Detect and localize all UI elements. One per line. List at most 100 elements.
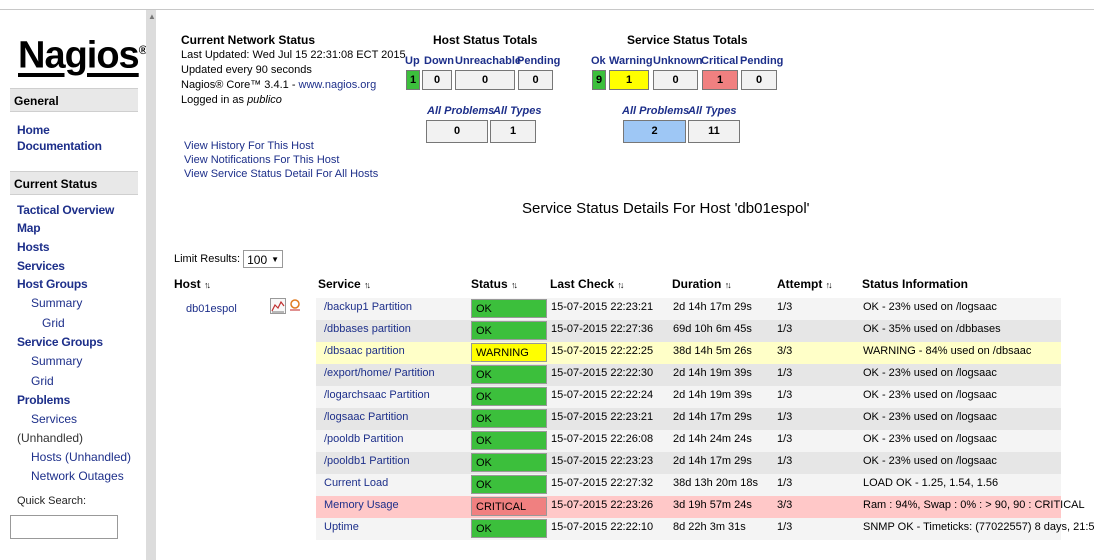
service-link[interactable]: /dbbases partition	[324, 323, 411, 335]
status-badge: OK	[471, 321, 547, 340]
service-link[interactable]: /logsaac Partition	[324, 411, 408, 423]
attempt-cell: 1/3	[777, 301, 793, 313]
service-link[interactable]: /pooldb1 Partition	[324, 455, 410, 467]
nav-home[interactable]: Home	[17, 123, 50, 137]
service-totals-header-warning[interactable]: Warning	[609, 55, 653, 67]
service-link[interactable]: /backup1 Partition	[324, 301, 412, 313]
duration-cell: 69d 10h 6m 45s	[673, 323, 752, 335]
last-check-cell: 15-07-2015 22:27:36	[551, 323, 654, 335]
nagios-logo[interactable]: Nagios®	[18, 30, 148, 77]
view-history-link[interactable]: View History For This Host	[184, 140, 314, 152]
service-link[interactable]: /logarchsaac Partition	[324, 389, 430, 401]
last-check-cell: 15-07-2015 22:23:21	[551, 411, 654, 423]
host-all-problems-count[interactable]: 0	[426, 120, 488, 143]
duration-cell: 8d 22h 3m 31s	[673, 521, 746, 533]
status-badge: OK	[471, 519, 547, 538]
host-all-problems-label[interactable]: All Problems	[427, 105, 494, 117]
status-badge: OK	[471, 365, 547, 384]
sort-arrows-icon[interactable]: ↑↓	[826, 280, 833, 290]
limit-results-select[interactable]: 100 ▼	[243, 250, 284, 268]
host-totals-header-unreachable[interactable]: Unreachable	[455, 55, 521, 67]
service-unknown-count[interactable]: 0	[653, 70, 698, 90]
service-all-types-count[interactable]: 11	[688, 120, 740, 143]
sort-arrows-icon[interactable]: ↑↓	[364, 280, 371, 290]
nav-host-groups[interactable]: Host Groups	[17, 277, 88, 291]
service-ok-count[interactable]: 9	[592, 70, 606, 90]
service-all-problems-label[interactable]: All Problems	[622, 105, 689, 117]
nav-hosts[interactable]: Hosts	[17, 240, 50, 254]
host-link[interactable]: db01espol	[186, 303, 237, 315]
quick-search-input[interactable]	[10, 515, 118, 539]
service-totals-header-unknown[interactable]: Unknown	[653, 55, 703, 67]
attempt-cell: 1/3	[777, 411, 793, 423]
service-totals-header-ok[interactable]: Ok	[591, 55, 606, 67]
service-all-problems-count[interactable]: 2	[623, 120, 686, 143]
last-check-cell: 15-07-2015 22:23:26	[551, 499, 654, 511]
host-totals-header-up[interactable]: Up	[405, 55, 420, 67]
service-link[interactable]: Uptime	[324, 521, 359, 533]
service-warning-count[interactable]: 1	[609, 70, 649, 90]
nav-network-outages[interactable]: Network Outages	[31, 469, 124, 483]
duration-cell: 2d 14h 19m 39s	[673, 389, 752, 401]
service-totals-header-critical[interactable]: Critical	[701, 55, 738, 67]
status-badge: WARNING	[471, 343, 547, 362]
sort-arrows-icon[interactable]: ↑↓	[725, 280, 732, 290]
status-information-cell: WARNING - 84% used on /dbsaac	[863, 345, 1032, 357]
host-totals-header-down[interactable]: Down	[424, 55, 454, 67]
nav-problems[interactable]: Problems	[17, 393, 70, 407]
view-service-detail-link[interactable]: View Service Status Detail For All Hosts	[184, 168, 378, 180]
nav-header-current-status: Current Status	[10, 171, 138, 195]
attempt-cell: 1/3	[777, 477, 793, 489]
service-all-types-label[interactable]: All Types	[688, 105, 737, 117]
nav-service-groups-summary[interactable]: Summary	[31, 354, 82, 368]
host-pending-count[interactable]: 0	[518, 70, 553, 90]
nav-header-general: General	[10, 88, 138, 112]
service-link[interactable]: /dbsaac partition	[324, 345, 405, 357]
last-updated: Last Updated: Wed Jul 15 22:31:08 ECT 20…	[181, 49, 406, 61]
nav-problems-services[interactable]: Services	[31, 412, 77, 426]
last-check-cell: 15-07-2015 22:26:08	[551, 433, 654, 445]
service-link[interactable]: /pooldb Partition	[324, 433, 404, 445]
status-information-cell: Ram : 94%, Swap : 0% : > 90, 90 : CRITIC…	[863, 499, 1085, 511]
duration-cell: 2d 14h 17m 29s	[673, 411, 752, 423]
logo-text: Nagios	[18, 34, 140, 77]
limit-results: Limit Results: 100 ▼	[174, 250, 284, 268]
nav-map[interactable]: Map	[17, 221, 41, 235]
host-all-types-label[interactable]: All Types	[493, 105, 542, 117]
service-link[interactable]: Memory Usage	[324, 499, 399, 511]
sort-arrows-icon[interactable]: ↑↓	[617, 280, 624, 290]
host-totals-header-pending[interactable]: Pending	[517, 55, 560, 67]
graph-icon[interactable]	[270, 298, 286, 314]
service-pending-count[interactable]: 0	[741, 70, 777, 90]
nav-services[interactable]: Services	[17, 259, 65, 273]
table-row: Current Load OK 15-07-2015 22:27:32 38d 13h…	[316, 474, 1061, 496]
nav-host-groups-grid[interactable]: Grid	[42, 316, 65, 330]
nav-problems-unhandled[interactable]: (Unhandled)	[17, 431, 83, 445]
last-check-cell: 15-07-2015 22:22:25	[551, 345, 654, 357]
service-totals-header-pending[interactable]: Pending	[740, 55, 783, 67]
frame-scrollbar[interactable]	[146, 10, 156, 560]
nav-tactical-overview[interactable]: Tactical Overview	[17, 203, 114, 217]
view-notifications-link[interactable]: View Notifications For This Host	[184, 154, 339, 166]
sort-arrows-icon[interactable]: ↑↓	[511, 280, 518, 290]
nagios-website-link[interactable]: www.nagios.org	[299, 79, 377, 91]
host-all-types-count[interactable]: 1	[490, 120, 536, 143]
nav-service-groups-grid[interactable]: Grid	[31, 374, 54, 388]
nav-problems-hosts-unhandled[interactable]: Hosts (Unhandled)	[31, 450, 131, 464]
network-status-title: Current Network Status	[181, 33, 316, 47]
host-up-count[interactable]: 1	[406, 70, 420, 90]
service-critical-count[interactable]: 1	[702, 70, 738, 90]
scroll-up-arrow-icon[interactable]: ▲	[148, 12, 156, 21]
update-interval: Updated every 90 seconds	[181, 64, 312, 76]
page-title: Service Status Details For Host 'db01esp…	[522, 200, 810, 217]
nav-documentation[interactable]: Documentation	[17, 139, 102, 153]
column-attempt: Attempt ↑↓	[777, 277, 833, 291]
nav-service-groups[interactable]: Service Groups	[17, 335, 103, 349]
service-link[interactable]: /export/home/ Partition	[324, 367, 435, 379]
host-unreachable-count[interactable]: 0	[455, 70, 515, 90]
nav-host-groups-summary[interactable]: Summary	[31, 296, 82, 310]
sort-arrows-icon[interactable]: ↑↓	[204, 280, 211, 290]
service-link[interactable]: Current Load	[324, 477, 388, 489]
table-row: Memory Usage CRITICAL 15-07-2015 22:23:26 3…	[316, 496, 1085, 518]
host-down-count[interactable]: 0	[422, 70, 452, 90]
